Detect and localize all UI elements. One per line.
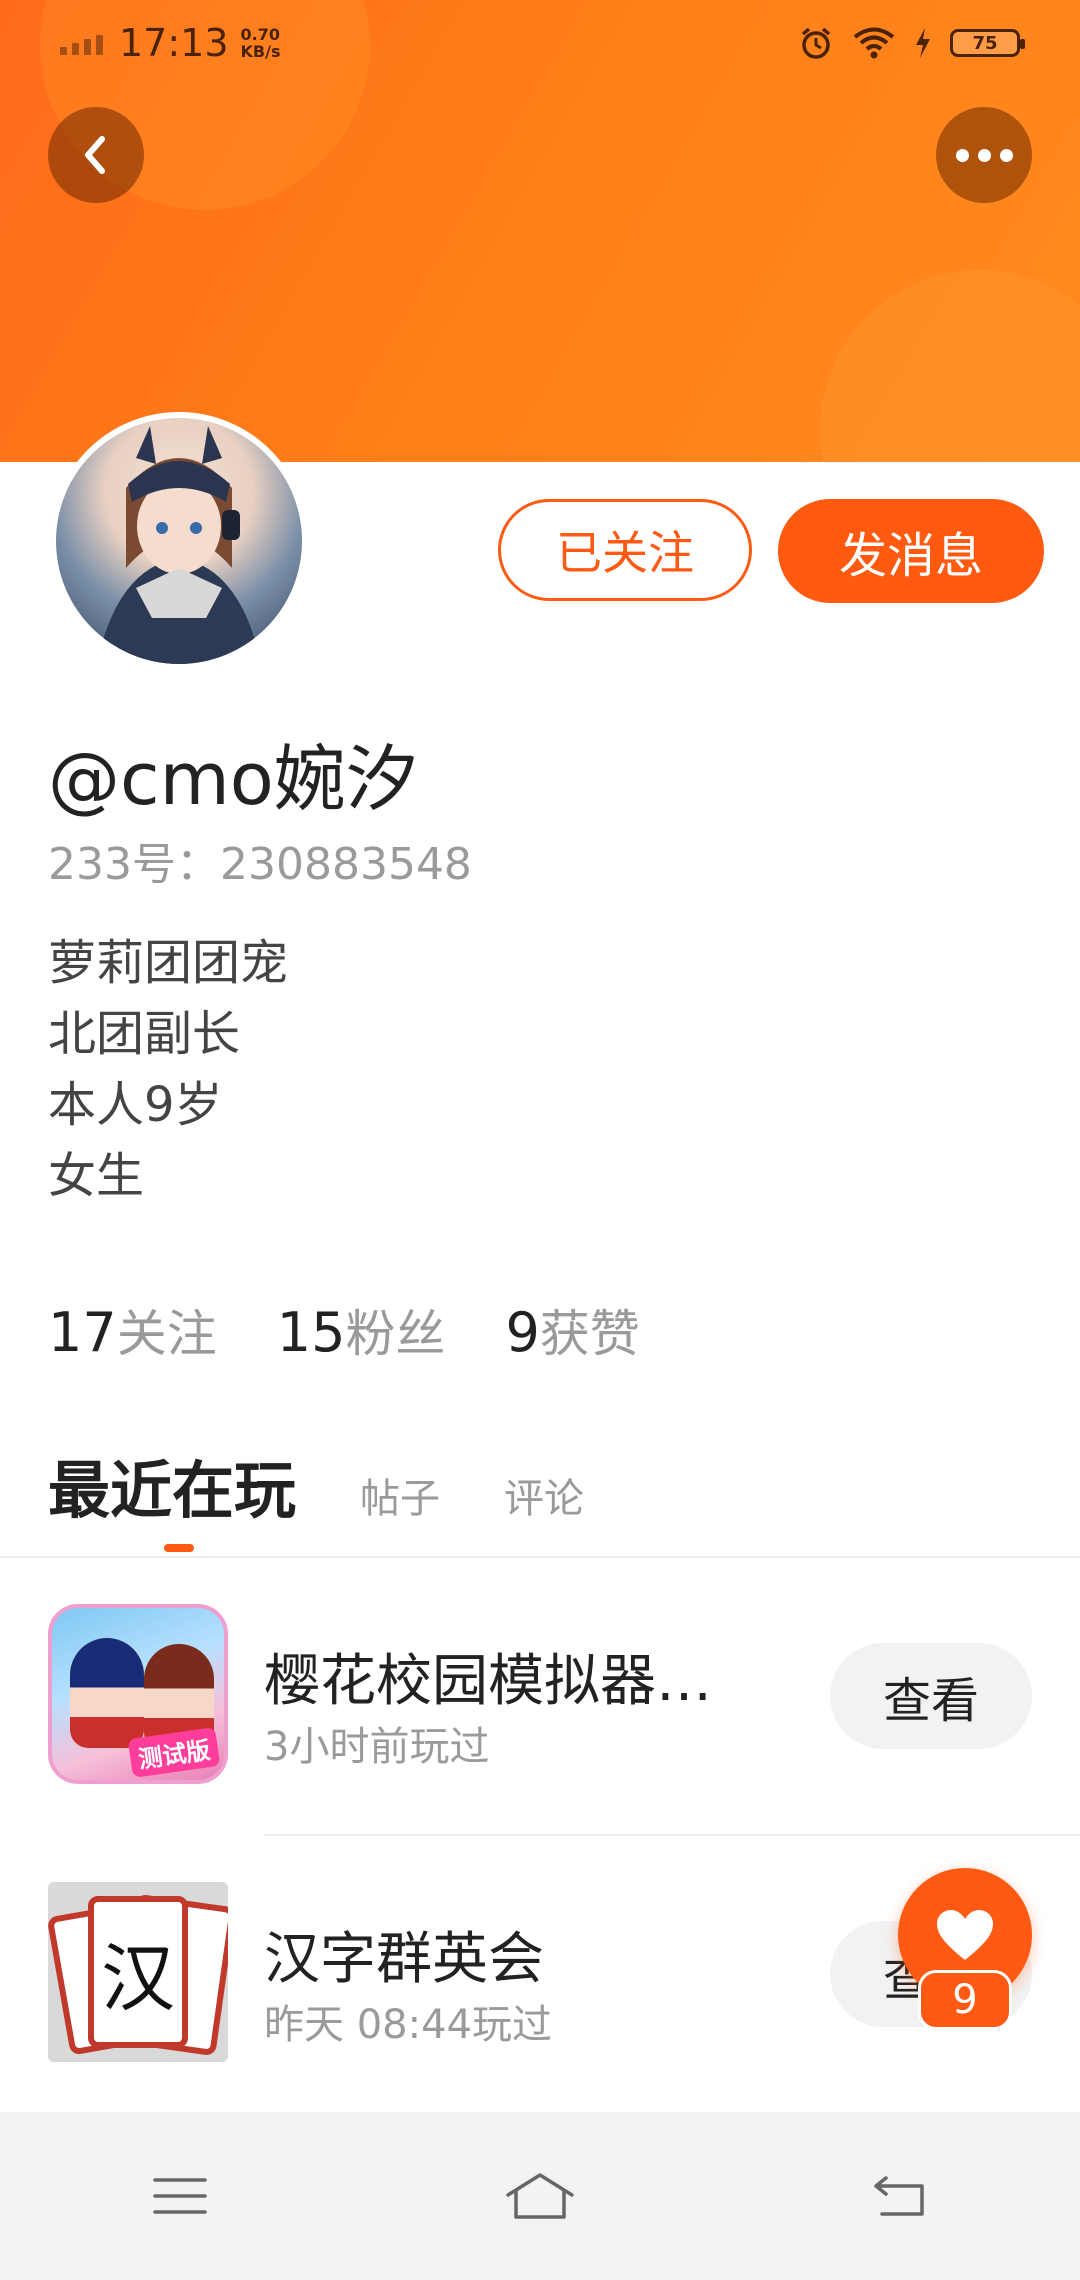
list-item[interactable]: 测试版 樱花校园模拟器… 3小时前玩过 查看 [0, 1586, 1080, 1806]
username: @cmo婉汐 [48, 737, 418, 821]
menu-button[interactable] [120, 2146, 240, 2246]
last-played: 昨天 08:44玩过 [264, 2002, 552, 2048]
game-icon: 测试版 [48, 1604, 228, 1784]
back-icon [874, 2176, 924, 2216]
status-bar: 17:13 0.70 KB/s 75 [0, 0, 1080, 86]
bio-line: 北团副长 [48, 1006, 241, 1062]
alarm-icon [801, 27, 831, 59]
battery-icon: 75 [950, 29, 1025, 57]
back-button[interactable] [48, 107, 144, 203]
heart-icon [937, 1910, 993, 1960]
game-title: 樱花校园模拟器… [264, 1649, 712, 1714]
avatar-illustration [96, 426, 262, 664]
user-id: 233号：230883548 [48, 839, 472, 890]
bio-line: 本人9岁 [48, 1077, 223, 1133]
game-art [70, 1638, 144, 1748]
like-count-badge: 9 [918, 1970, 1012, 2030]
stat-label: 获赞 [539, 1305, 640, 1363]
stat-count: 15 [276, 1301, 346, 1364]
more-options-button[interactable] [936, 107, 1032, 203]
status-icons: 75 [798, 25, 1025, 61]
back-chevron-icon [85, 136, 105, 174]
profile-tabs: 最近在玩 帖子 评论 [48, 1440, 584, 1530]
battery-level: 75 [972, 32, 998, 54]
tab-recently-played[interactable]: 最近在玩 [48, 1440, 296, 1530]
last-played: 3小时前玩过 [264, 1724, 490, 1770]
system-nav-bar [0, 2112, 1080, 2280]
stat-following[interactable]: 17 关注 [48, 1294, 217, 1366]
back-nav-button[interactable] [840, 2146, 960, 2246]
more-dots-icon [955, 148, 1013, 162]
bio-line: 女生 [48, 1148, 145, 1204]
game-icon: 汉 [48, 1882, 228, 2062]
card-glyph: 汉 [88, 1896, 188, 2048]
tab-comments[interactable]: 评论 [504, 1466, 584, 1524]
tab-posts[interactable]: 帖子 [360, 1466, 440, 1524]
stat-likes[interactable]: 9 获赞 [505, 1294, 639, 1366]
bio-line: 萝莉团团宠 [48, 935, 289, 991]
network-speed-unit: KB/s [240, 42, 281, 61]
menu-icon [153, 2178, 207, 2214]
status-time: 17:13 [119, 21, 229, 65]
bio: 萝莉团团宠 北团副长 本人9岁 女生 [48, 928, 288, 1212]
profile-banner: 17:13 0.70 KB/s 75 [0, 0, 1080, 462]
stat-label: 关注 [116, 1305, 217, 1363]
avatar-image [56, 418, 302, 664]
charging-icon [916, 28, 930, 58]
avatar[interactable] [50, 412, 308, 670]
signal-icon [60, 31, 103, 55]
profile-stats: 17 关注 15 粉丝 9 获赞 [48, 1294, 640, 1366]
stat-label: 粉丝 [345, 1305, 446, 1363]
view-button[interactable]: 查看 [830, 1643, 1032, 1749]
stat-count: 17 [48, 1301, 117, 1364]
send-message-button[interactable]: 发消息 [778, 499, 1044, 603]
game-title: 汉字群英会 [264, 1927, 544, 1992]
stat-count: 9 [505, 1301, 540, 1364]
followed-button[interactable]: 已关注 [498, 499, 752, 601]
home-button[interactable] [480, 2146, 600, 2246]
divider [0, 1556, 1080, 1558]
network-speed-value: 0.70 [240, 25, 280, 44]
wifi-icon [853, 27, 895, 59]
network-speed: 0.70 KB/s [241, 26, 281, 60]
home-icon [506, 2173, 574, 2219]
divider [264, 1834, 1080, 1836]
profile-screen: 17:13 0.70 KB/s 75 已关注 发消息 @cmo婉汐 233号：2… [0, 0, 1080, 2280]
banner-decoration [820, 270, 1080, 462]
stat-followers[interactable]: 15 粉丝 [277, 1294, 446, 1366]
active-tab-indicator [164, 1544, 194, 1552]
